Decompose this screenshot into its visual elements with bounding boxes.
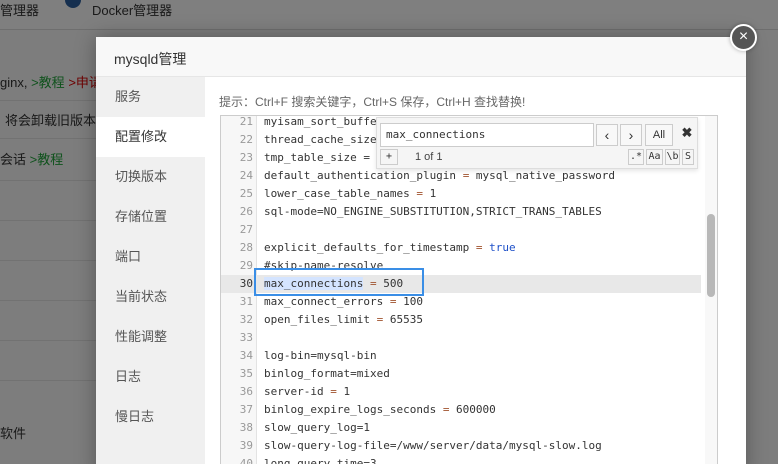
line-number: 39 bbox=[239, 439, 253, 452]
line-code: binlog_expire_logs_seconds = 600000 bbox=[264, 403, 496, 416]
editor-line[interactable]: 31 max_connect_errors = 100 bbox=[221, 293, 701, 311]
sidebar-item-switch-version[interactable]: 切换版本 bbox=[96, 157, 205, 197]
line-number: 35 bbox=[239, 367, 253, 380]
mysqld-manager-dialog: mysqld管理 服务 配置修改 切换版本 存储位置 端口 当前状态 性能调整 … bbox=[96, 37, 746, 464]
line-number: 34 bbox=[239, 349, 253, 362]
config-editor[interactable]: 21 myisam_sort_buffe 22 thread_cache_size 23… bbox=[220, 115, 718, 464]
dialog-title: mysqld管理 bbox=[114, 51, 187, 67]
line-number: 23 bbox=[239, 151, 253, 164]
editor-scrollbar[interactable] bbox=[705, 116, 717, 464]
match-count: 1 of 1 bbox=[415, 151, 443, 163]
sidebar-item-logs[interactable]: 日志 bbox=[96, 357, 205, 397]
case-sensitive-toggle[interactable]: Aa bbox=[646, 149, 663, 165]
sidebar-item-performance[interactable]: 性能调整 bbox=[96, 317, 205, 357]
editor-line[interactable]: 27 bbox=[221, 221, 701, 239]
line-number: 24 bbox=[239, 169, 253, 182]
line-code: myisam_sort_buffe bbox=[264, 115, 377, 128]
line-number: 32 bbox=[239, 313, 253, 326]
editor-line[interactable]: 34 log-bin=mysql-bin bbox=[221, 347, 701, 365]
line-code: max_connections = 500 bbox=[264, 277, 404, 290]
config-panel: 提示：Ctrl+F 搜索关键字，Ctrl+S 保存，Ctrl+H 查找替换! 2… bbox=[205, 77, 746, 464]
editor-line[interactable]: 36 server-id = 1 bbox=[221, 383, 701, 401]
editor-line[interactable]: 32 open_files_limit = 65535 bbox=[221, 311, 701, 329]
editor-line[interactable]: 38 slow_query_log=1 bbox=[221, 419, 701, 437]
find-next-button[interactable]: › bbox=[620, 124, 642, 146]
sidebar-item-status[interactable]: 当前状态 bbox=[96, 277, 205, 317]
line-code: sql-mode=NO_ENGINE_SUBSTITUTION,STRICT_T… bbox=[264, 205, 602, 218]
find-all-button[interactable]: All bbox=[645, 124, 673, 146]
line-code: #skip-name-resolve bbox=[264, 259, 384, 272]
line-code: server-id = 1 bbox=[264, 385, 351, 398]
line-code: binlog_format=mixed bbox=[264, 367, 390, 380]
line-number: 26 bbox=[239, 205, 253, 218]
editor-line[interactable]: 30 max_connections = 500 bbox=[221, 275, 701, 293]
sidebar-item-storage[interactable]: 存储位置 bbox=[96, 197, 205, 237]
line-code: thread_cache_size bbox=[264, 133, 377, 146]
line-number: 28 bbox=[239, 241, 253, 254]
close-dialog-icon[interactable]: × bbox=[730, 24, 757, 51]
line-number: 36 bbox=[239, 385, 253, 398]
editor-line[interactable]: 40 long_query_time=3 bbox=[221, 455, 701, 464]
sidebar-item-service[interactable]: 服务 bbox=[96, 77, 205, 117]
editor-line[interactable]: 24 default_authentication_plugin = mysql_… bbox=[221, 167, 701, 185]
line-code: tmp_table_size = bbox=[264, 151, 370, 164]
editor-line[interactable]: 37 binlog_expire_logs_seconds = 600000 bbox=[221, 401, 701, 419]
sidebar-item-slow-log[interactable]: 慢日志 bbox=[96, 397, 205, 437]
line-number: 25 bbox=[239, 187, 253, 200]
editor-line[interactable]: 26 sql-mode=NO_ENGINE_SUBSTITUTION,STRICT… bbox=[221, 203, 701, 221]
line-code: long_query_time=3 bbox=[264, 457, 377, 464]
search-input[interactable]: max_connections bbox=[380, 123, 594, 147]
editor-line[interactable]: 28 explicit_defaults_for_timestamp = true bbox=[221, 239, 701, 257]
dialog-sidebar: 服务 配置修改 切换版本 存储位置 端口 当前状态 性能调整 日志 慢日志 bbox=[96, 77, 205, 464]
find-previous-button[interactable]: ‹ bbox=[596, 124, 618, 146]
dialog-header: mysqld管理 bbox=[96, 37, 746, 77]
line-code: max_connect_errors = 100 bbox=[264, 295, 423, 308]
line-number: 31 bbox=[239, 295, 253, 308]
scrollbar-thumb[interactable] bbox=[707, 214, 715, 297]
line-number: 40 bbox=[239, 457, 253, 464]
sidebar-item-port[interactable]: 端口 bbox=[96, 237, 205, 277]
line-code: open_files_limit = 65535 bbox=[264, 313, 423, 326]
editor-line[interactable]: 39 slow-query-log-file=/www/server/data/m… bbox=[221, 437, 701, 455]
editor-line[interactable]: 35 binlog_format=mixed bbox=[221, 365, 701, 383]
in-selection-toggle[interactable]: S bbox=[682, 149, 694, 165]
line-code: slow_query_log=1 bbox=[264, 421, 370, 434]
regex-toggle[interactable]: .* bbox=[628, 149, 644, 165]
shortcut-hint: 提示：Ctrl+F 搜索关键字，Ctrl+S 保存，Ctrl+H 查找替换! bbox=[219, 95, 526, 109]
editor-line[interactable]: 33 bbox=[221, 329, 701, 347]
line-number: 33 bbox=[239, 331, 253, 344]
line-code: explicit_defaults_for_timestamp = true bbox=[264, 241, 516, 254]
line-number: 37 bbox=[239, 403, 253, 416]
close-search-icon[interactable]: ✖ bbox=[679, 124, 695, 142]
line-code: log-bin=mysql-bin bbox=[264, 349, 377, 362]
editor-line[interactable]: 25 lower_case_table_names = 1 bbox=[221, 185, 701, 203]
toggle-replace-button[interactable]: + bbox=[380, 149, 398, 165]
search-panel: max_connections ‹ › All ✖ + 1 of 1 .* Aa… bbox=[376, 117, 698, 169]
line-code: lower_case_table_names = 1 bbox=[264, 187, 437, 200]
line-number: 29 bbox=[239, 259, 253, 272]
line-number: 21 bbox=[239, 115, 253, 128]
line-number: 38 bbox=[239, 421, 253, 434]
sidebar-item-config[interactable]: 配置修改 bbox=[96, 117, 205, 157]
line-code: default_authentication_plugin = mysql_na… bbox=[264, 169, 616, 182]
line-code: slow-query-log-file=/www/server/data/mys… bbox=[264, 439, 602, 452]
line-number: 27 bbox=[239, 223, 253, 236]
line-number: 22 bbox=[239, 133, 253, 146]
line-number: 30 bbox=[239, 277, 253, 290]
whole-word-toggle[interactable]: \b bbox=[665, 149, 680, 165]
editor-line[interactable]: 29 #skip-name-resolve bbox=[221, 257, 701, 275]
